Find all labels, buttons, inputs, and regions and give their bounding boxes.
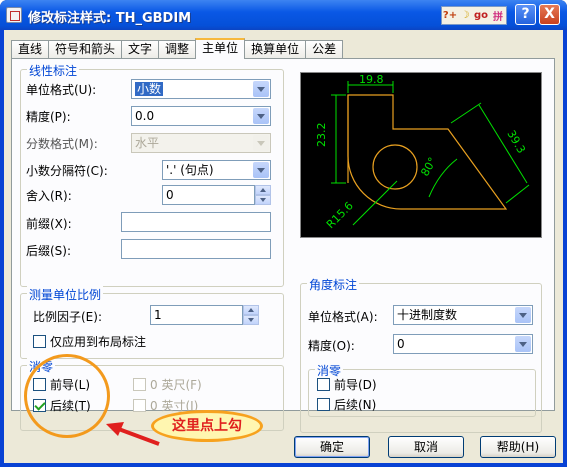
group-title: 测量单位比例 [27,286,104,303]
dimension-preview: 19.8 23.2 39.3 80° R15.6 [300,72,542,238]
roundoff-label: 舍入(R): [26,189,72,203]
dialog-window: 修改标注样式: TH_GBDIM ?+ ☽ go 拼 ? X 直线 符号和箭头 … [0,0,567,467]
chevron-down-icon[interactable] [515,307,531,323]
tab-fit[interactable]: 调整 [158,40,197,59]
decimal-separator-label: 小数分隔符(C): [26,164,108,178]
checkbox-icon[interactable] [33,335,46,348]
tab-tolerances[interactable]: 公差 [305,40,344,59]
layout-only-label: 仅应用到布局标注 [50,335,147,349]
suffix-label: 后缀(S): [26,244,72,258]
tab-strip: 直线 符号和箭头 文字 调整 主单位 换算单位 公差 [11,38,344,59]
checkbox-icon[interactable] [317,398,330,411]
angular-leading-checkbox[interactable]: 前导(D) [317,376,377,393]
chevron-down-icon[interactable] [253,108,269,124]
moon-icon[interactable]: ☽ [458,10,472,21]
annotation-callout: 这里点上勾 [151,410,263,442]
angular-precision-label: 精度(O): [308,339,355,353]
checkbox-icon[interactable] [317,378,330,391]
app-icon [6,7,22,23]
scale-factor-spinner[interactable] [243,305,259,325]
angular-unit-format-select[interactable]: 十进制度数 [393,305,533,325]
angular-leading-label: 前导(D) [334,378,377,392]
tab-text[interactable]: 文字 [121,40,160,59]
linear-dimensions-group: 线性标注 单位格式(U): 小数 精度(P): 0.0 分数格式(M): 水平 … [20,62,284,287]
preview-drawing: 19.8 23.2 39.3 80° R15.6 [315,73,530,231]
suffix-input[interactable] [121,239,271,259]
measurement-scale-group: 测量单位比例 比例因子(E): 1 仅应用到布局标注 [20,286,284,359]
dim-left: 23.2 [315,123,328,148]
zero-feet-checkbox: 0 英尺(F) [133,376,202,393]
checkbox-icon [133,378,146,391]
unit-format-label: 单位格式(U): [26,83,97,97]
dim-radius: R15.6 [324,199,356,231]
spin-down-icon[interactable] [255,195,271,205]
angular-zero-suppression-group: 消零 前导(D) 后续(N) [308,362,536,417]
angular-dimensions-group: 角度标注 单位格式(A): 十进制度数 精度(O): 0 消零 前导(D) 后续… [300,276,542,433]
layout-only-checkbox[interactable]: 仅应用到布局标注 [33,333,146,350]
roundoff-spinner[interactable] [255,185,271,205]
zero-feet-label: 0 英尺(F) [150,378,202,392]
tab-alternate-units[interactable]: 换算单位 [244,40,307,59]
tab-lines[interactable]: 直线 [11,40,50,59]
scale-factor-label: 比例因子(E): [33,310,102,324]
dim-angle: 80° [418,155,439,178]
dialog-client: 直线 符号和箭头 文字 调整 主单位 换算单位 公差 线性标注 单位格式(U):… [4,30,563,463]
angular-precision-select[interactable]: 0 [393,334,533,354]
precision-label: 精度(P): [26,110,71,124]
help-title-button[interactable]: ? [515,4,536,25]
scale-factor-input[interactable]: 1 [150,305,243,325]
chevron-down-icon[interactable] [253,162,269,178]
highlight-ellipse [24,354,110,438]
fraction-format-label: 分数格式(M): [26,137,98,151]
chevron-down-icon [253,135,269,151]
checkbox-icon [133,399,146,412]
group-title: 角度标注 [307,276,360,293]
pinyin-icon[interactable]: 拼 [490,8,506,23]
precision-select[interactable]: 0.0 [131,106,271,126]
tab-primary-units[interactable]: 主单位 [195,38,246,59]
prefix-label: 前缀(X): [26,217,72,231]
angular-trailing-label: 后续(N) [334,398,377,412]
tab-symbols-arrows[interactable]: 符号和箭头 [48,40,123,59]
cancel-button[interactable]: 取消 [388,436,464,458]
group-title: 线性标注 [27,62,80,79]
go-icon[interactable]: go [472,10,490,21]
chevron-down-icon[interactable] [253,81,269,97]
ime-toolbar[interactable]: ?+ ☽ go 拼 [441,6,507,25]
fraction-format-select: 水平 [131,133,271,153]
unit-format-select[interactable]: 小数 [131,79,271,99]
help-button[interactable]: 帮助(H) [480,436,556,458]
roundoff-input[interactable]: 0 [162,185,255,205]
window-title: 修改标注样式: TH_GBDIM [28,11,192,26]
ok-button[interactable]: 确定 [294,436,370,458]
spin-up-icon[interactable] [255,185,271,195]
title-bar[interactable]: 修改标注样式: TH_GBDIM ?+ ☽ go 拼 ? X [0,0,567,30]
angular-trailing-checkbox[interactable]: 后续(N) [317,396,376,413]
chevron-down-icon[interactable] [515,336,531,352]
spin-down-icon[interactable] [243,315,259,325]
close-button[interactable]: X [539,4,560,25]
ime-mode-icon[interactable]: ?+ [442,10,458,21]
dim-top: 19.8 [359,73,384,86]
spin-up-icon[interactable] [243,305,259,315]
decimal-separator-select[interactable]: '.' (句点) [162,160,271,180]
angular-unit-format-label: 单位格式(A): [308,310,378,324]
prefix-input[interactable] [121,212,271,232]
primary-units-panel: 线性标注 单位格式(U): 小数 精度(P): 0.0 分数格式(M): 水平 … [11,58,555,433]
